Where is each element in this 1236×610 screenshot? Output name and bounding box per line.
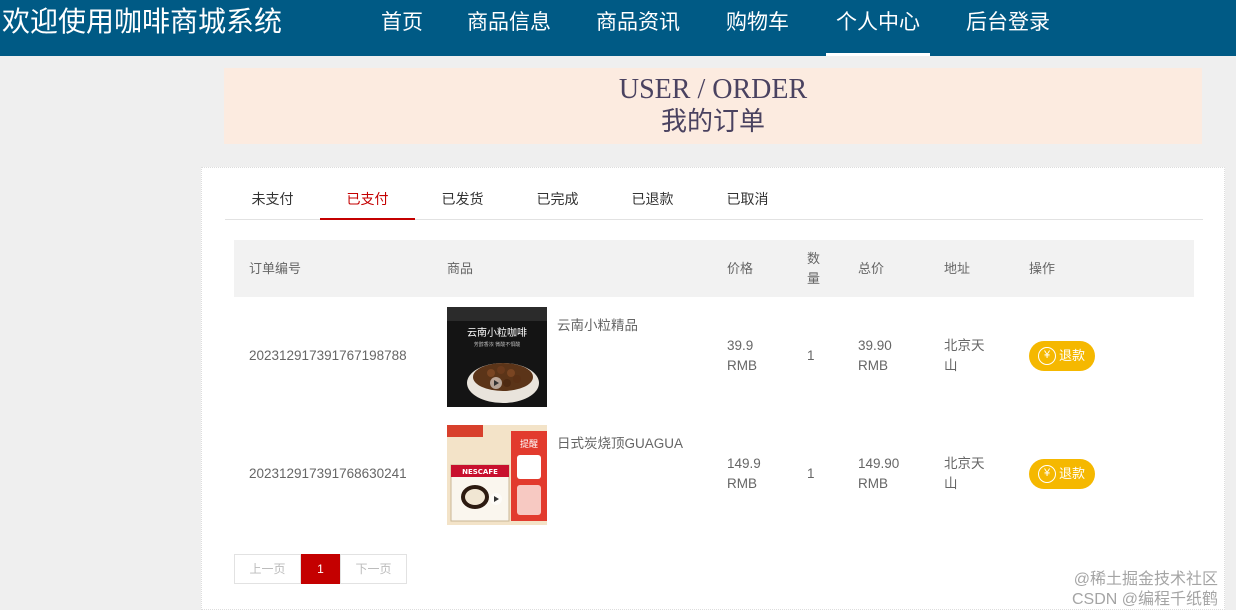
refund-button[interactable]: ¥ 退款: [1029, 341, 1095, 371]
site-title: 欢迎使用咖啡商城系统: [2, 5, 283, 38]
total-value: 149.90: [858, 456, 900, 471]
banner-title-en: USER / ORDER: [618, 74, 808, 105]
address-line-1: 北京天: [944, 338, 985, 353]
product-image[interactable]: 提醒 NESCAFE: [447, 425, 547, 525]
product-image[interactable]: 云南小粒咖啡 芳醇香浓 微酸不惧酸: [447, 307, 547, 407]
order-number: 20231291739176719878‌8: [249, 348, 407, 363]
order-status-tabs: 未支付 已支付 已发货 已完成 已退款 已取消: [225, 182, 1203, 220]
tab-completed[interactable]: 已完成: [510, 182, 605, 220]
page-banner: USER / ORDER 我的订单: [224, 68, 1202, 144]
address-line-2: 山: [944, 358, 958, 373]
price-value: 149.9: [727, 456, 761, 471]
next-page-button[interactable]: 下一页: [340, 554, 407, 584]
product-name[interactable]: 日式炭烧顶GUAGUA: [557, 434, 683, 454]
tab-shipped[interactable]: 已发货: [415, 182, 510, 220]
header-product: 商品: [447, 261, 474, 276]
yen-icon: ¥: [1038, 465, 1056, 483]
refund-button-label: 退款: [1059, 348, 1086, 363]
watermark-line-2: CSDN @编程千纸鹤: [1071, 591, 1218, 608]
orders-panel: 未支付 已支付 已发货 已完成 已退款 已取消 订单编号 商品 价格 数量 总价…: [201, 167, 1225, 610]
order-number: 202312917391768630241: [249, 466, 407, 481]
header-action: 操作: [1029, 261, 1056, 276]
refund-button-label: 退款: [1059, 466, 1086, 481]
nav-home[interactable]: 首页: [381, 0, 423, 56]
address-line-2: 山: [944, 476, 958, 491]
nav-user-center[interactable]: 个人中心: [826, 0, 930, 56]
price-value: 39.9: [727, 338, 754, 353]
quantity: 1: [807, 348, 815, 363]
product-image-caption: 云南小粒咖啡: [467, 326, 527, 339]
nav-news[interactable]: 商品资讯: [596, 0, 680, 56]
total-value: 39.90: [858, 338, 892, 353]
price-unit: RMB: [727, 476, 757, 491]
table-row: 20231291739176719878‌8 云南小粒咖啡 芳醇香浓 微酸不惧酸…: [234, 297, 1194, 415]
table-row: 202312917391768630241 提醒 NESCAFE 日式炭烧顶GU…: [234, 415, 1194, 533]
tab-refunded[interactable]: 已退款: [605, 182, 700, 220]
yen-icon: ¥: [1038, 347, 1056, 365]
nav-admin-login[interactable]: 后台登录: [966, 0, 1050, 56]
price-unit: RMB: [727, 358, 757, 373]
product-image-subcaption: 提醒: [520, 439, 538, 450]
nav-products[interactable]: 商品信息: [467, 0, 551, 56]
product-name[interactable]: 云南小粒精品: [557, 316, 638, 336]
header-total: 总价: [858, 261, 885, 276]
nav-cart[interactable]: 购物车: [726, 0, 789, 56]
watermark: @稀土掘金技术社区 CSDN @编程千纸鹤: [1072, 570, 1218, 610]
product-image-caption: NESCAFE: [462, 468, 498, 476]
total-unit: RMB: [858, 358, 888, 373]
table-header: 订单编号 商品 价格 数量 总价 地址 操作: [234, 240, 1194, 297]
watermark-line-1: @稀土掘金技术社区: [1073, 571, 1218, 588]
total-unit: RMB: [858, 476, 888, 491]
tab-paid[interactable]: 已支付: [320, 182, 415, 220]
prev-page-button[interactable]: 上一页: [234, 554, 301, 584]
top-navbar: 欢迎使用咖啡商城系统 首页 商品信息 商品资讯 购物车 个人中心 后台登录: [0, 0, 1236, 56]
quantity: 1: [807, 466, 815, 481]
header-qty: 数量: [807, 251, 821, 286]
header-order-no: 订单编号: [249, 261, 302, 276]
page-1-button[interactable]: 1: [301, 554, 340, 584]
header-address: 地址: [944, 261, 971, 276]
refund-button[interactable]: ¥ 退款: [1029, 459, 1095, 489]
tab-cancelled[interactable]: 已取消: [700, 182, 795, 220]
product-image-subcaption: 芳醇香浓 微酸不惧酸: [474, 341, 521, 348]
address-line-1: 北京天: [944, 456, 985, 471]
header-price: 价格: [727, 261, 754, 276]
banner-title-cn: 我的订单: [660, 107, 765, 137]
tab-unpaid[interactable]: 未支付: [225, 182, 320, 220]
